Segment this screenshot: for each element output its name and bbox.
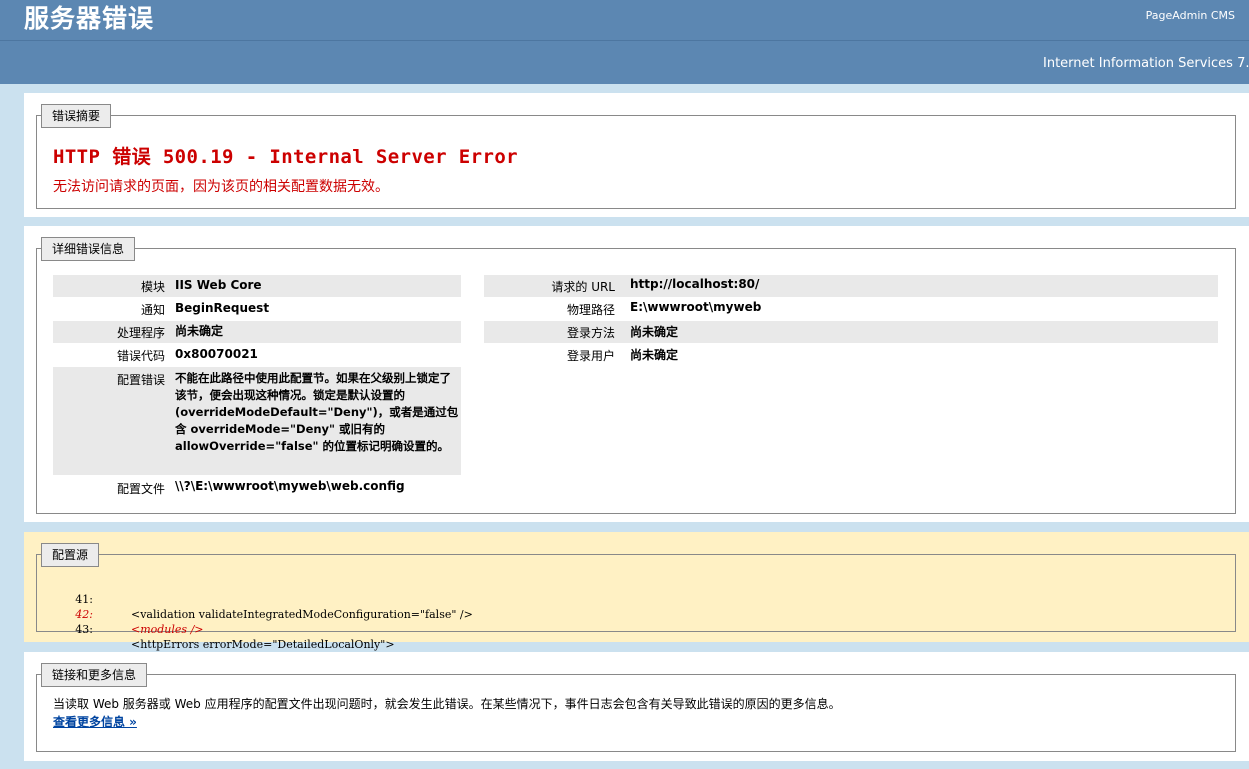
more-info-fieldset: 链接和更多信息 当读取 Web 服务器或 Web 应用程序的配置文件出现问题时，…	[36, 663, 1236, 752]
more-info-panel: 链接和更多信息 当读取 Web 服务器或 Web 应用程序的配置文件出现问题时，…	[24, 652, 1249, 761]
server-label: Internet Information Services 7.5	[1043, 56, 1249, 71]
detail-row-module: 模块 IIS Web Core	[53, 275, 461, 297]
page-title: 服务器错误	[24, 4, 155, 33]
detail-row-error-code: 错误代码 0x80070021	[53, 344, 461, 366]
detail-row-config-file: 配置文件 \\?\E:\wwwroot\myweb\web.config	[53, 477, 461, 499]
detail-label: 物理路径	[566, 303, 615, 317]
more-info-legend: 链接和更多信息	[41, 663, 148, 687]
detail-row-logon-user: 登录用户 尚未确定	[484, 344, 1218, 366]
detail-value: \\?\E:\wwwroot\myweb\web.config	[175, 479, 405, 493]
error-details-panel: 详细错误信息 模块 IIS Web Core 通知 BeginRequest 处…	[24, 226, 1249, 522]
line-number: 43:	[75, 623, 93, 636]
detail-label: 通知	[140, 303, 165, 317]
detail-label: 请求的 URL	[551, 280, 615, 294]
detail-value: 尚未确定	[175, 324, 224, 338]
detail-value: E:\wwwroot\myweb	[630, 300, 762, 314]
error-summary-legend: 错误摘要	[41, 104, 112, 128]
detail-value: BeginRequest	[175, 301, 270, 315]
detail-value: 不能在此路径中使用此配置节。如果在父级别上锁定了该节，便会出现这种情况。锁定是默…	[175, 371, 459, 453]
detail-value: 尚未确定	[630, 325, 679, 339]
error-details-fieldset: 详细错误信息 模块 IIS Web Core 通知 BeginRequest 处…	[36, 237, 1236, 514]
detail-value: 尚未确定	[630, 348, 679, 362]
config-source-fieldset: 配置源 41: <validation validateIntegratedMo…	[36, 543, 1236, 651]
detail-value: IIS Web Core	[175, 278, 262, 292]
detail-row-notification: 通知 BeginRequest	[53, 298, 461, 320]
detail-label: 配置文件	[116, 482, 165, 496]
detail-label: 错误代码	[116, 349, 165, 363]
code-line-highlighted: 42: <modules />	[53, 592, 753, 636]
more-info-text: 当读取 Web 服务器或 Web 应用程序的配置文件出现问题时，就会发生此错误。…	[53, 697, 841, 711]
error-summary-fieldset: 错误摘要 HTTP 错误 500.19 - Internal Server Er…	[36, 104, 1236, 209]
brand-label: PageAdmin CMS	[1145, 9, 1235, 22]
detail-label: 配置错误	[116, 373, 165, 387]
config-source-panel: 配置源 41: <validation validateIntegratedMo…	[24, 532, 1249, 651]
error-description: 无法访问请求的页面，因为该页的相关配置数据无效。	[53, 179, 389, 195]
detail-label: 处理程序	[116, 326, 165, 340]
line-text: <httpErrors errorMode="DetailedLocalOnly…	[131, 638, 395, 651]
view-more-link[interactable]: 查看更多信息 »	[53, 713, 137, 730]
detail-value: http://localhost:80/	[630, 277, 760, 291]
detail-label: 登录方法	[566, 326, 615, 340]
server-bar: Internet Information Services 7.5	[0, 41, 1249, 84]
detail-row-handler: 处理程序 尚未确定	[53, 321, 461, 343]
detail-label: 登录用户	[566, 349, 615, 363]
error-summary-panel: 错误摘要 HTTP 错误 500.19 - Internal Server Er…	[24, 93, 1249, 217]
page-header: 服务器错误 PageAdmin CMS	[0, 0, 1249, 41]
code-line: 41: <validation validateIntegratedModeCo…	[53, 577, 753, 621]
error-details-legend: 详细错误信息	[41, 237, 136, 261]
error-heading: HTTP 错误 500.19 - Internal Server Error	[53, 146, 519, 168]
detail-row-config-error: 配置错误 不能在此路径中使用此配置节。如果在父级别上锁定了该节，便会出现这种情况…	[53, 367, 461, 475]
detail-value: 0x80070021	[175, 347, 258, 361]
detail-row-logon-method: 登录方法 尚未确定	[484, 321, 1218, 343]
code-line: 43: <httpErrors errorMode="DetailedLocal…	[53, 607, 753, 651]
config-source-legend: 配置源	[41, 543, 100, 567]
detail-row-physical-path: 物理路径 E:\wwwroot\myweb	[484, 298, 1218, 320]
line-text: <modules />	[131, 623, 204, 636]
detail-row-request-url: 请求的 URL http://localhost:80/	[484, 275, 1218, 297]
detail-label: 模块	[140, 280, 165, 294]
